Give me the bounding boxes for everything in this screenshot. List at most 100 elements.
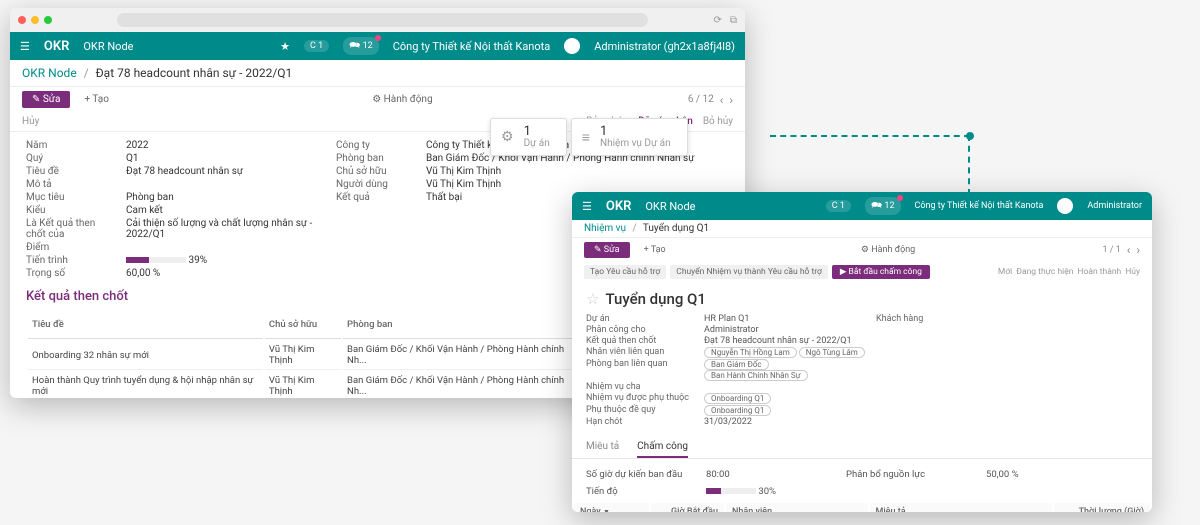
avatar[interactable]	[1057, 198, 1073, 214]
nav-link[interactable]: OKR Node	[645, 200, 695, 213]
quarter-value: Q1	[126, 153, 326, 164]
btn-start-timer[interactable]: ▶ Bắt đầu chấm công	[832, 265, 930, 279]
sub-tag[interactable]: Onboarding Q1	[704, 393, 771, 404]
company-name[interactable]: Công ty Thiết kế Nội thất Kanota	[393, 40, 551, 53]
btn-convert[interactable]: Chuyển Nhiệm vụ thành Yêu cầu hỗ trợ	[670, 265, 828, 279]
sort-desc-icon: ▼	[603, 508, 610, 512]
pager-next-icon[interactable]: ›	[1136, 243, 1140, 257]
year-value: 2022	[126, 140, 326, 151]
status-new[interactable]: Mới	[998, 267, 1012, 277]
menu-icon[interactable]: ☰	[582, 200, 592, 213]
dept-label: Phòng ban	[336, 153, 416, 164]
title-label: Tiêu đề	[26, 166, 116, 177]
stat-label: Dự án	[524, 138, 550, 149]
status-cancel[interactable]: Hủy	[1125, 267, 1140, 277]
staff-tag[interactable]: Nguyễn Thị Hồng Lam	[704, 347, 797, 358]
col-dur[interactable]: Thời lượng (Giờ)	[1054, 503, 1150, 512]
subtask-label: Nhiệm vụ được phụ thuộc	[586, 393, 696, 404]
min-dot[interactable]	[31, 16, 39, 24]
create-button[interactable]: + Tạo	[636, 242, 674, 258]
menu-icon[interactable]: ☰	[20, 40, 30, 53]
recur-label: Phụ thuộc đề quy	[586, 405, 696, 416]
action-button[interactable]: ⚙ Hành động	[123, 94, 682, 105]
pager-count: 6 / 12	[688, 94, 714, 105]
target-value: Phòng ban	[126, 192, 326, 203]
close-dot[interactable]	[18, 16, 26, 24]
type-label: Kiểu	[26, 205, 116, 216]
task-window: ☰ OKR OKR Node C 1 🗪 12 Công ty Thiết kế…	[572, 192, 1152, 512]
pager-next-icon[interactable]: ›	[729, 93, 733, 107]
planned-label: Số giờ dự kiến ban đầu	[586, 469, 706, 480]
cancel-link[interactable]: Hủy	[22, 116, 39, 127]
parent-label: Nhiệm vụ cha	[586, 382, 696, 392]
project-label: Dự án	[586, 314, 696, 324]
stat-projects[interactable]: ⚙ 1Dự án	[490, 118, 567, 156]
staff-label: Nhân viên liên quan	[586, 347, 696, 358]
col-dept[interactable]: Phòng ban	[343, 310, 576, 339]
pager-count: 1 / 1	[1102, 245, 1120, 255]
staff-tag[interactable]: Ngô Tùng Lâm	[799, 347, 865, 358]
col-date[interactable]: Ngày ▼	[574, 503, 649, 512]
kr-value: Đạt 78 headcount nhân sự - 2022/Q1	[704, 336, 868, 346]
user-value: Vũ Thị Kim Thịnh	[426, 179, 729, 190]
progress-label: Tiến độ	[586, 486, 706, 497]
progress-bar	[706, 488, 756, 494]
create-button[interactable]: + Tạo	[76, 91, 117, 108]
company-name[interactable]: Công ty Thiết kế Nội thất Kanota	[915, 201, 1044, 211]
year-label: Năm	[26, 140, 116, 151]
col-owner[interactable]: Chủ sở hữu	[265, 310, 341, 339]
alloc-label: Phân bổ nguồn lực	[846, 469, 986, 480]
desc-label: Mô tả	[26, 179, 116, 190]
connector-line	[968, 135, 970, 195]
star-icon[interactable]: ★	[280, 40, 290, 53]
breadcrumb-root[interactable]: Nhiệm vụ	[584, 223, 626, 234]
dept-tag[interactable]: Ban Hành Chính Nhân Sự	[704, 370, 808, 381]
breadcrumb-title: Đạt 78 headcount nhân sự - 2022/Q1	[96, 66, 293, 80]
badge-2[interactable]: 🗪 12	[343, 37, 379, 55]
star-icon[interactable]: ☆	[586, 290, 599, 308]
status-cancel[interactable]: Bỏ hủy	[703, 116, 733, 127]
action-button[interactable]: ⚙ Hành động	[680, 245, 1097, 255]
app-title: OKR	[606, 199, 631, 214]
col-start[interactable]: Giờ Bắt đầu	[651, 503, 724, 512]
company-label: Công ty	[336, 140, 416, 151]
tab-timesheet[interactable]: Chấm công	[637, 441, 688, 458]
status-done[interactable]: Hoàn thành	[1077, 267, 1121, 277]
pager-prev-icon[interactable]: ‹	[720, 93, 724, 107]
score-label: Điểm	[26, 242, 116, 253]
reload-icon[interactable]: ⟳	[713, 15, 721, 26]
recur-tag[interactable]: Onboarding Q1	[704, 405, 771, 416]
status-doing[interactable]: Đang thực hiện	[1016, 267, 1073, 277]
edit-button[interactable]: ✎ Sửa	[584, 242, 630, 258]
weight-value: 60,00 %	[126, 268, 326, 279]
btn-help-request[interactable]: Tạo Yêu cầu hỗ trợ	[584, 265, 666, 279]
toolbar: ✎ Sửa + Tạo ⚙ Hành động 1 / 1 ‹ ›	[572, 238, 1152, 262]
badge-2[interactable]: 🗪 12	[865, 197, 901, 215]
pager-prev-icon[interactable]: ‹	[1127, 243, 1131, 257]
user-name[interactable]: Administrator (gh2x1a8fj4l8)	[594, 40, 735, 53]
address-bar[interactable]	[117, 13, 648, 27]
app-title: OKR	[44, 39, 69, 54]
progress-bar	[126, 257, 186, 263]
breadcrumb-root[interactable]: OKR Node	[22, 66, 77, 80]
tab-description[interactable]: Miêu tả	[586, 441, 619, 458]
stat-num: 1	[524, 125, 550, 138]
dept-tag[interactable]: Ban Giám Đốc	[704, 359, 769, 370]
col-title[interactable]: Tiêu đề	[28, 310, 263, 339]
user-name[interactable]: Administrator	[1087, 201, 1142, 211]
max-dot[interactable]	[44, 16, 52, 24]
tab-icon[interactable]: ⧉	[730, 15, 737, 26]
col-emp[interactable]: Nhân viên	[726, 503, 867, 512]
avatar[interactable]	[564, 38, 580, 54]
edit-button[interactable]: ✎ Sửa	[22, 91, 70, 108]
stat-tasks[interactable]: ≡ 1Nhiệm vụ Dự án	[571, 118, 688, 156]
stat-label: Nhiệm vụ Dự án	[600, 138, 671, 149]
puzzle-icon: ⚙	[501, 129, 514, 145]
deadline-value: 31/03/2022	[704, 417, 868, 427]
col-desc[interactable]: Miêu tả	[870, 503, 1052, 512]
badge-1[interactable]: C 1	[826, 200, 851, 212]
nav-link[interactable]: OKR Node	[83, 40, 133, 53]
badge-1[interactable]: C 1	[304, 40, 329, 52]
owner-label: Chủ sở hữu	[336, 166, 416, 177]
alloc-value: 50,00 %	[986, 469, 1138, 480]
